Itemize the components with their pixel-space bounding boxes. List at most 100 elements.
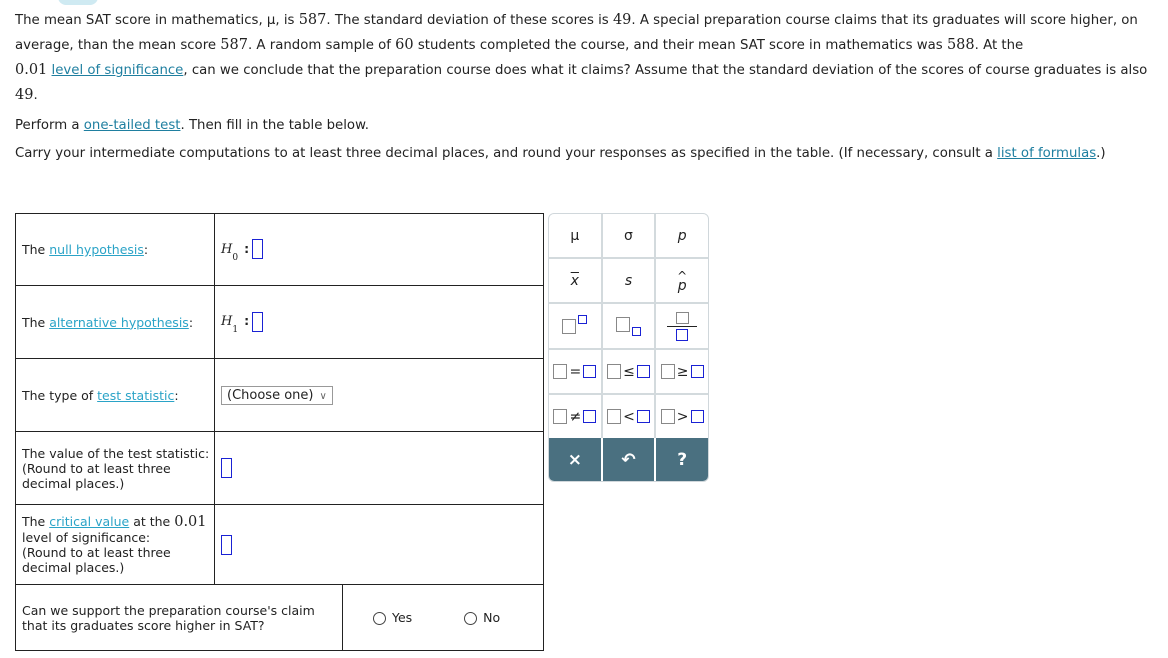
sample-mean: 588 [946,37,975,53]
yes-option[interactable]: Yes [373,610,412,625]
sigma-key[interactable]: σ [602,214,655,257]
text: at the [129,514,175,529]
label-cell: The value of the test statistic: (Round … [15,431,215,505]
s-key[interactable]: s [602,259,655,302]
sd-value-2: 49 [15,87,34,103]
right-box [583,410,597,423]
select-value: (Choose one) [227,387,314,403]
sd-value: 49 [612,12,632,28]
h1-symbol: H1 [221,314,238,335]
mu-icon: μ [570,227,580,244]
claim-support-row: Can we support the preparation course's … [15,584,544,651]
one-tailed-test-link[interactable]: one-tailed test [84,118,181,133]
right-box [636,365,650,378]
text: The [22,514,50,529]
null-hypothesis-input[interactable] [252,239,264,260]
list-of-formulas-link[interactable]: list of formulas [997,146,1096,161]
p-key[interactable]: p [656,214,708,257]
greater-equal-key[interactable]: ≥ [656,350,708,393]
h: H [221,241,233,257]
sub-box [631,326,641,336]
no-option[interactable]: No [464,610,500,625]
text: The value of the test statistic: [22,445,210,461]
exp-box [578,314,588,324]
superscript-icon [562,314,588,338]
equals-key[interactable]: = [549,350,601,393]
text: (Round to at least three [22,545,171,560]
sub: 1 [232,325,239,336]
test-statistic-type-row: The type of test statistic: (Choose one)… [15,358,544,432]
left-box [607,409,622,424]
greater-than-key[interactable]: > [656,395,708,438]
less-equal-key[interactable]: ≤ [602,350,655,393]
no-radio[interactable] [464,612,478,625]
label-cell: The null hypothesis: [15,213,215,286]
test-statistic-select[interactable]: (Choose one) ∨ [221,385,333,405]
carry-instruction: Carry your intermediate computations to … [15,145,1115,162]
x-bar-icon: x [570,272,579,289]
left-box [553,409,568,424]
left-box [607,364,622,379]
not-equal-key[interactable]: ≠ [549,395,601,438]
fraction-key[interactable] [656,304,708,348]
less-equal-icon: ≤ [623,363,635,380]
text: . The standard deviation of these scores… [326,13,613,28]
colon: : [244,240,250,256]
xbar-key[interactable]: x [549,259,601,302]
right-box [583,365,597,378]
fraction-bar [667,325,698,327]
value-cell: (Choose one) ∨ [214,358,544,432]
critical-value-input[interactable] [221,534,232,555]
undo-button[interactable]: ↶ [602,438,655,481]
label-cell: The type of test statistic: [15,358,215,432]
null-hypothesis-link[interactable]: null hypothesis [49,242,144,257]
label-cell: The alternative hypothesis: [15,285,215,359]
answer-table: The null hypothesis: H0: The alternative… [15,213,544,651]
greater-equal-icon: ≥ [676,363,689,380]
problem-statement: The mean SAT score in mathematics, μ, is… [15,8,1160,108]
base-box [562,318,577,334]
test-statistic-value-input[interactable] [221,458,232,478]
alpha-value: 0.01 [174,514,207,530]
s-icon: s [624,272,633,289]
text: Can we support the preparation course's … [22,602,315,618]
value-cell: H1: [214,285,544,359]
help-button[interactable]: ? [656,438,708,481]
h0-symbol: H0 [221,241,238,263]
close-icon: × [567,449,582,470]
clear-button[interactable]: × [549,438,601,481]
fraction-icon [667,311,698,341]
superscript-key[interactable] [549,304,601,348]
math-keypad: μ σ p x s ^ p = ≤ ≥ ≠ < > × ↶ ? [548,213,709,482]
num-box [675,311,689,324]
text: The mean SAT score in mathematics, μ, is [15,13,299,28]
text: The type of [22,387,98,403]
p-hat-key[interactable]: ^ p [656,259,708,302]
alpha-value: 0.01 [15,62,48,78]
text: . A random sample of [247,38,396,53]
left-box [660,409,675,424]
mu-value: 587 [298,12,327,28]
perform-instruction: Perform a one-tailed test. Then fill in … [15,114,369,138]
less-than-key[interactable]: < [602,395,655,438]
text: : [188,314,194,330]
right-box [690,365,704,378]
no-label: No [483,610,501,625]
test-statistic-value-row: The value of the test statistic: (Round … [15,431,544,505]
yes-radio[interactable] [373,612,386,625]
sub: 0 [232,252,239,263]
level-of-significance-link[interactable]: level of significance [52,63,184,78]
p-icon: p [677,227,687,244]
alternative-hypothesis-input[interactable] [252,311,264,332]
less-than-icon: < [623,408,635,425]
help-icon: ? [677,449,688,470]
subscript-key[interactable] [602,304,655,348]
critical-value-link[interactable]: critical value [49,514,129,529]
right-box [690,410,704,423]
text: students completed the course, and their… [413,38,947,53]
test-statistic-link[interactable]: test statistic [97,388,174,403]
text: decimal places.) [22,560,125,575]
alternative-hypothesis-link[interactable]: alternative hypothesis [49,315,189,330]
p-hat-icon: ^ p [677,270,687,293]
mu-key[interactable]: μ [549,214,601,257]
